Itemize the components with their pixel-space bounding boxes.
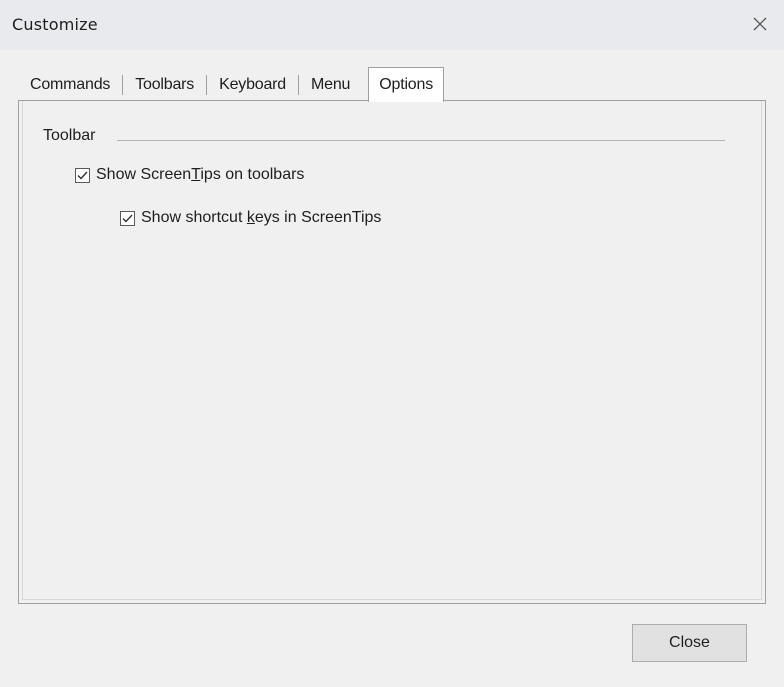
tab-keyboard[interactable]: Keyboard bbox=[207, 69, 298, 101]
close-button[interactable]: Close bbox=[632, 624, 747, 662]
label-part: Show Screen bbox=[96, 166, 192, 183]
label-part: Show shortcut bbox=[141, 209, 247, 226]
customize-dialog: Customize Commands Toolbars Keyboard Men… bbox=[0, 0, 784, 687]
tab-toolbars[interactable]: Toolbars bbox=[123, 69, 206, 101]
show-screentips-label: Show ScreenTips on toolbars bbox=[96, 166, 304, 184]
close-icon[interactable] bbox=[746, 10, 774, 38]
options-panel: Toolbar Show ScreenTips on toolbars Show… bbox=[18, 100, 766, 604]
window-title: Customize bbox=[12, 15, 98, 34]
group-divider bbox=[117, 140, 725, 141]
label-part: eys in ScreenTips bbox=[254, 209, 382, 226]
checkmark-icon bbox=[122, 214, 133, 222]
show-shortcut-keys-checkbox[interactable] bbox=[120, 210, 135, 226]
label-mnemonic: T bbox=[191, 166, 201, 183]
tab-menu[interactable]: Menu bbox=[299, 69, 362, 101]
title-bar: Customize bbox=[0, 0, 784, 50]
checkmark-icon bbox=[77, 171, 88, 179]
tab-strip: Commands Toolbars Keyboard Menu Options bbox=[18, 65, 444, 102]
group-title-toolbar: Toolbar bbox=[43, 127, 96, 144]
tab-commands[interactable]: Commands bbox=[18, 69, 122, 101]
show-screentips-checkbox[interactable] bbox=[75, 167, 90, 183]
close-icon-glyph bbox=[753, 17, 767, 31]
dialog-footer: Close bbox=[0, 612, 784, 687]
label-part: ips on toolbars bbox=[200, 166, 305, 183]
label-mnemonic: k bbox=[246, 209, 255, 226]
show-shortcut-keys-label: Show shortcut keys in ScreenTips bbox=[141, 209, 381, 227]
show-screentips-option[interactable]: Show ScreenTips on toolbars bbox=[75, 166, 304, 184]
show-shortcut-keys-option[interactable]: Show shortcut keys in ScreenTips bbox=[120, 209, 381, 227]
tab-options[interactable]: Options bbox=[368, 67, 444, 102]
